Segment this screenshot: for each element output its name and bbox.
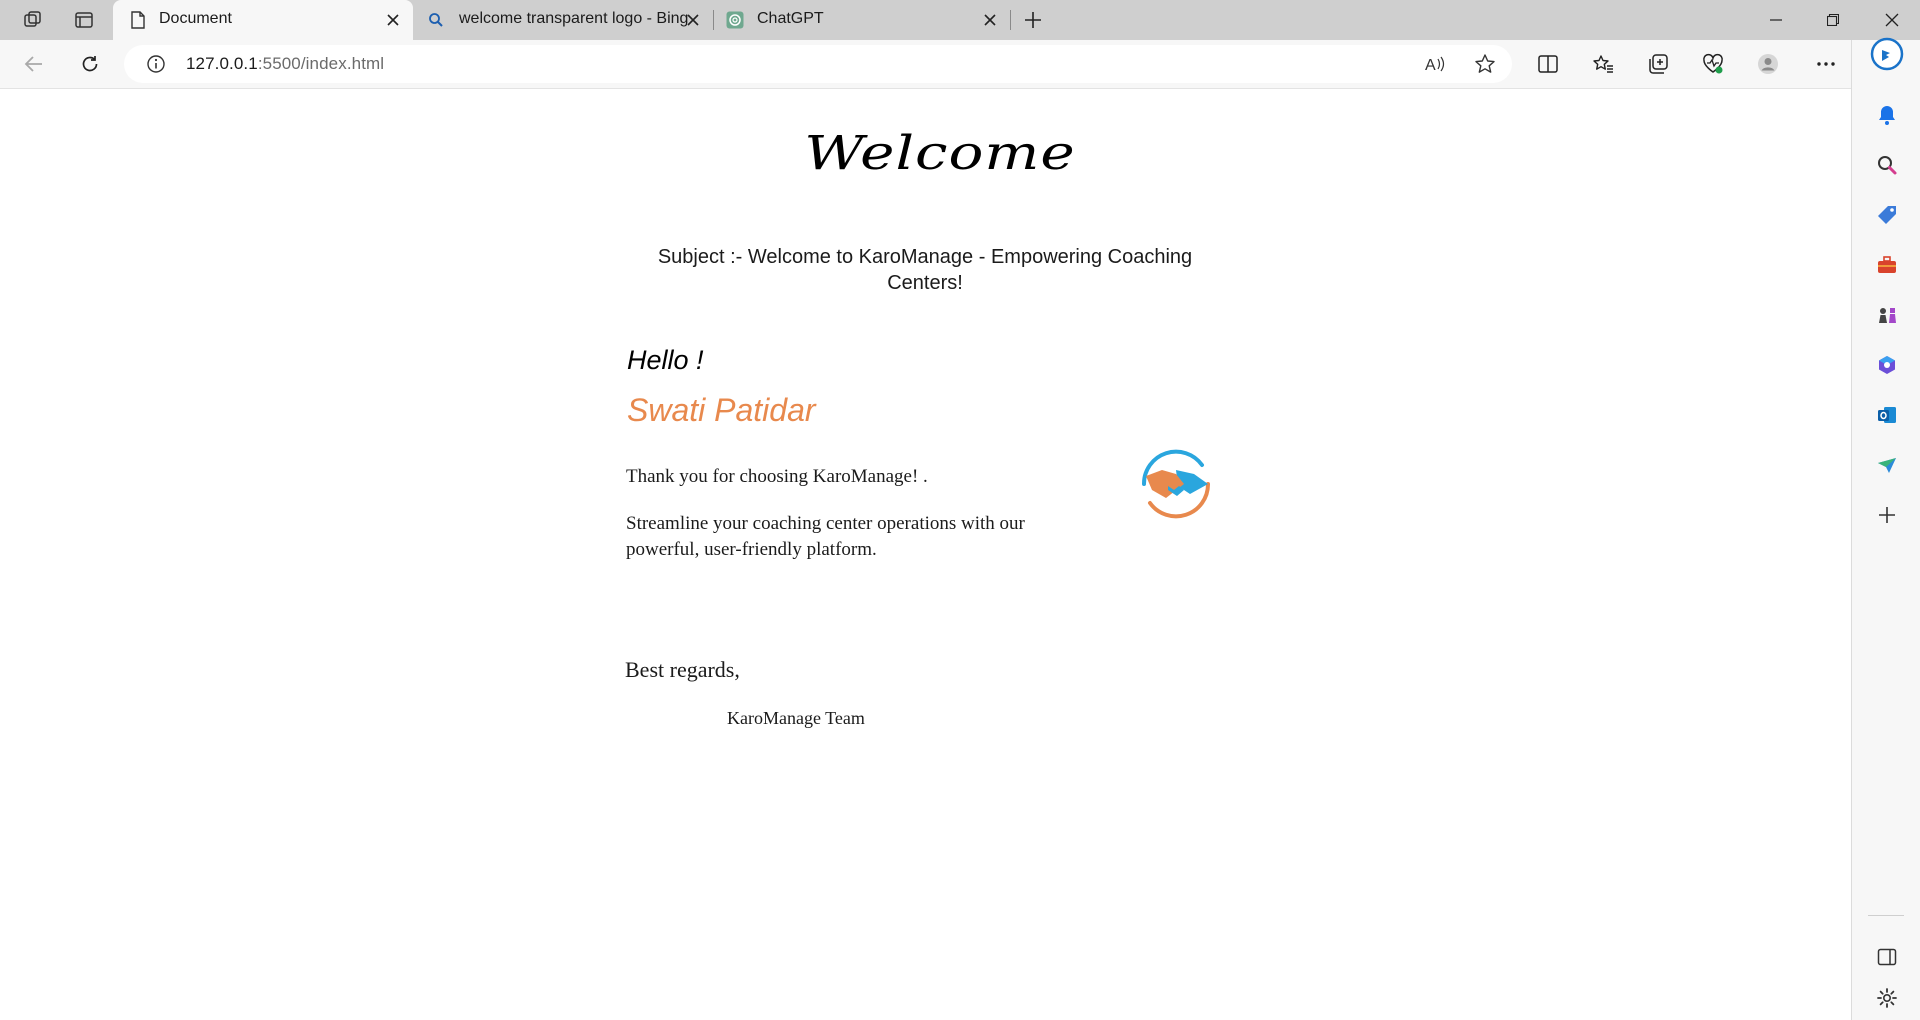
tab-actions-icon[interactable] xyxy=(66,4,102,36)
outlook-icon[interactable] xyxy=(1872,400,1902,430)
close-tab-icon[interactable] xyxy=(980,10,1000,30)
greeting: Hello ! xyxy=(627,345,704,375)
web-page: Welcome Subject :- Welcome to KaroManage… xyxy=(0,89,1851,1020)
new-tab-icon[interactable] xyxy=(1015,4,1051,36)
search-icon[interactable] xyxy=(1872,150,1902,180)
recipient-name: Swati Patidar xyxy=(627,392,816,428)
tab-strip: Document welcome transparent logo - Bing… xyxy=(0,0,1920,40)
profile-avatar-icon[interactable] xyxy=(1750,48,1786,80)
url-path: :5500/index.html xyxy=(257,54,385,73)
shopping-tag-icon[interactable] xyxy=(1872,200,1902,230)
document-icon xyxy=(129,11,147,29)
notifications-bell-icon[interactable] xyxy=(1872,100,1902,130)
signature-text: KaroManage Team xyxy=(727,708,865,728)
microsoft-365-icon[interactable] xyxy=(1872,350,1902,380)
close-tab-icon[interactable] xyxy=(683,10,703,30)
tab-bing[interactable]: welcome transparent logo - Bing xyxy=(415,0,715,40)
tab-title: ChatGPT xyxy=(757,10,824,27)
workspaces-icon[interactable] xyxy=(15,4,51,36)
sidebar-settings-gear-icon[interactable] xyxy=(1872,983,1902,1013)
thank-you-text: Thank you for choosing KaroManage! . xyxy=(626,466,928,487)
browser-essentials-icon[interactable] xyxy=(1695,48,1731,80)
back-arrow-icon[interactable] xyxy=(16,48,52,80)
close-window-icon[interactable] xyxy=(1864,0,1920,40)
url-host: 127.0.0.1 xyxy=(186,54,258,73)
minimize-icon[interactable] xyxy=(1748,0,1804,40)
hide-sidebar-icon[interactable] xyxy=(1872,942,1902,972)
body-paragraph: Streamline your coaching center operatio… xyxy=(626,513,1025,560)
favorite-star-icon[interactable] xyxy=(1474,53,1496,75)
tools-briefcase-icon[interactable] xyxy=(1872,250,1902,280)
welcome-heading: Welcome xyxy=(804,125,1076,181)
email-subject: Subject :- Welcome to KaroManage - Empow… xyxy=(657,246,1193,294)
address-bar[interactable]: 127.0.0.1:5500/index.html A xyxy=(124,45,1512,83)
url-text[interactable]: 127.0.0.1:5500/index.html xyxy=(186,54,384,74)
tab-document[interactable]: Document xyxy=(113,0,413,40)
send-drop-icon[interactable] xyxy=(1872,450,1902,480)
tab-title: Document xyxy=(159,10,232,27)
add-sidebar-app-icon[interactable] xyxy=(1872,500,1902,530)
tab-separator xyxy=(1010,10,1011,30)
edge-sidebar xyxy=(1851,37,1920,1020)
settings-more-icon[interactable] xyxy=(1808,48,1844,80)
bing-copilot-icon[interactable] xyxy=(1870,37,1904,71)
close-tab-icon[interactable] xyxy=(383,10,403,30)
svg-text:A: A xyxy=(1425,57,1436,74)
closing-text: Best regards, xyxy=(625,657,740,682)
read-aloud-icon[interactable]: A xyxy=(1424,53,1448,75)
address-toolbar: 127.0.0.1:5500/index.html A xyxy=(0,40,1920,89)
site-info-icon[interactable] xyxy=(146,54,166,74)
sidebar-divider xyxy=(1868,915,1904,916)
bing-search-icon xyxy=(427,11,445,29)
restore-icon[interactable] xyxy=(1805,0,1861,40)
chatgpt-icon xyxy=(726,11,744,29)
tab-chatgpt[interactable]: ChatGPT xyxy=(715,0,1015,40)
tab-separator xyxy=(713,10,714,30)
tab-title: welcome transparent logo - Bing xyxy=(459,10,689,27)
collections-icon[interactable] xyxy=(1640,48,1676,80)
games-chess-icon[interactable] xyxy=(1872,300,1902,330)
handshake-logo xyxy=(1138,446,1214,522)
refresh-icon[interactable] xyxy=(72,48,108,80)
favorites-icon[interactable] xyxy=(1585,48,1621,80)
split-screen-icon[interactable] xyxy=(1530,48,1566,80)
